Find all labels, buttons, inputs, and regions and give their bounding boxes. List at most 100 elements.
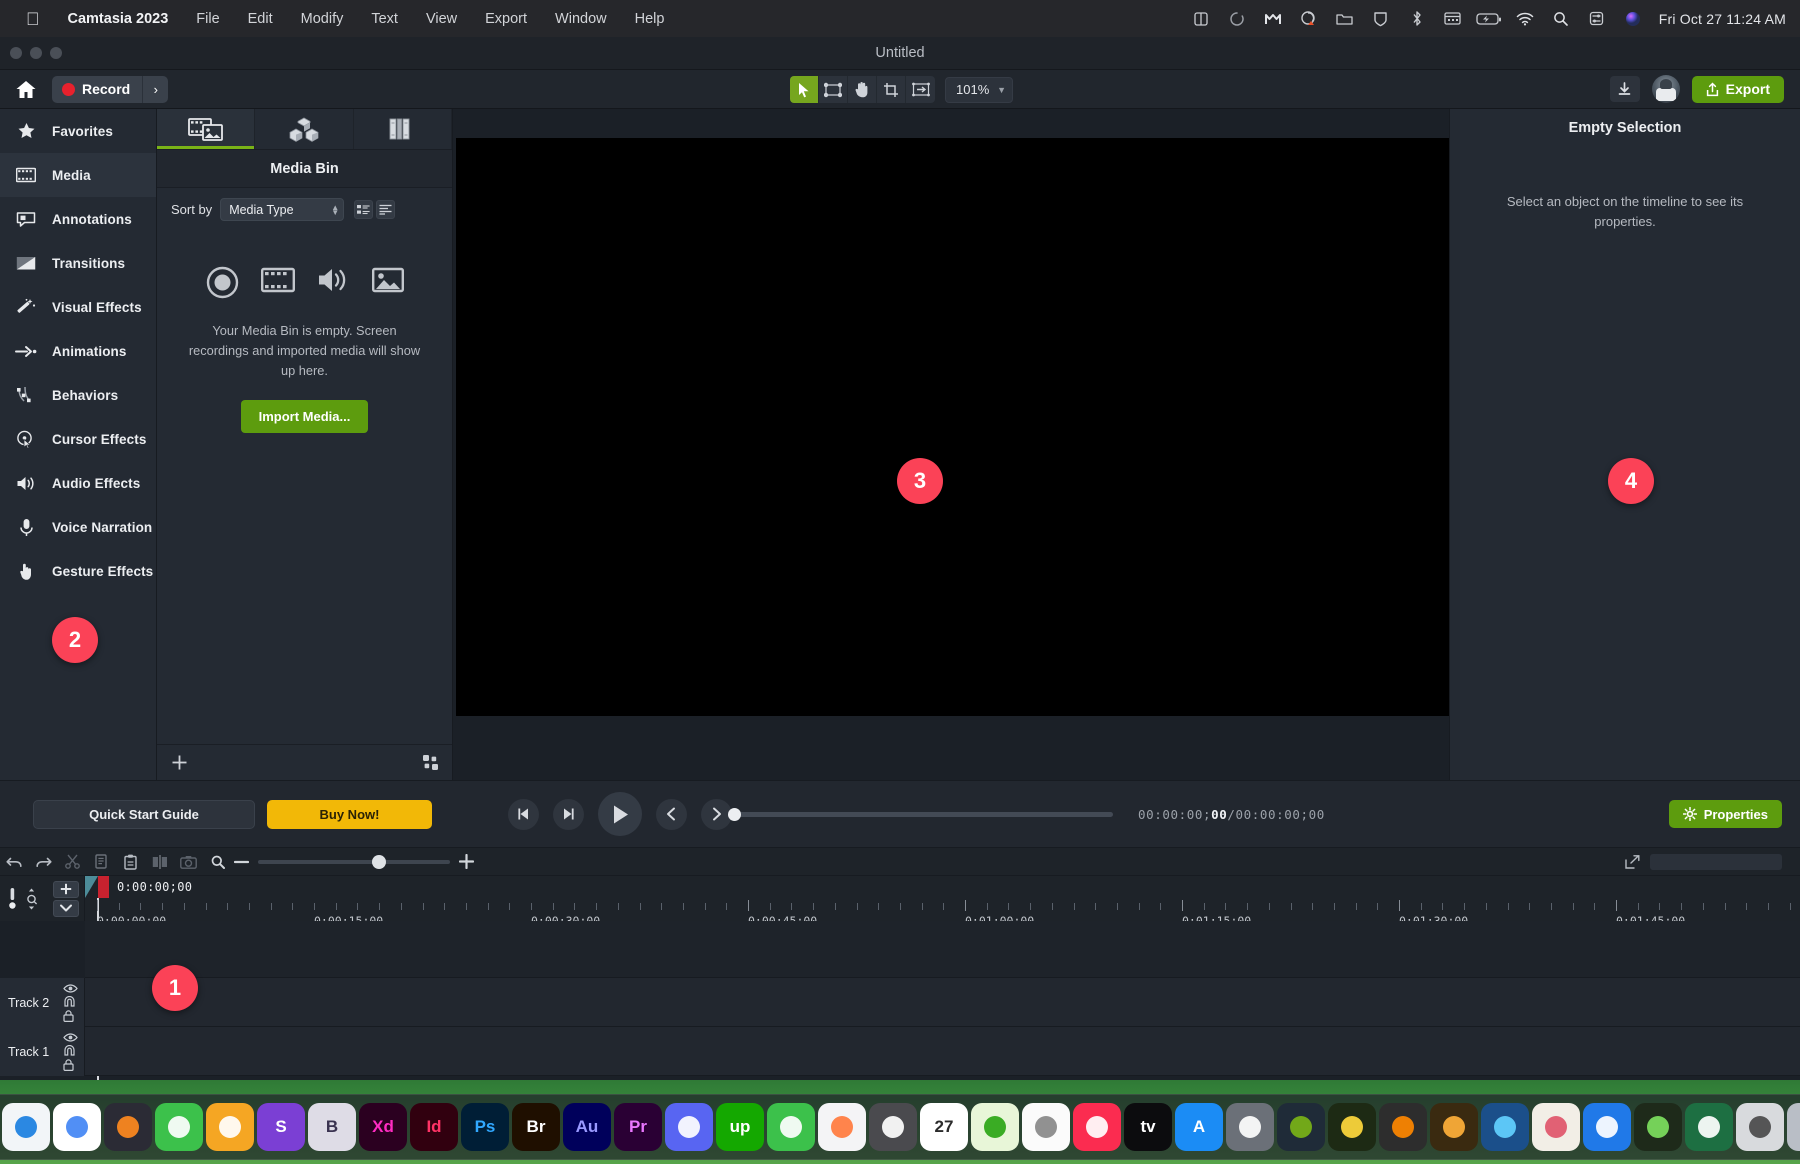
dock-item-app-store[interactable]: A	[1175, 1103, 1223, 1151]
copy-button[interactable]	[87, 850, 116, 874]
lock-icon[interactable]	[63, 1010, 78, 1022]
magnet-icon[interactable]	[63, 1045, 78, 1056]
menu-bar-clock[interactable]: Fri Oct 27 11:24 AM	[1651, 11, 1786, 27]
export-button[interactable]: Export	[1692, 76, 1784, 103]
fit-to-screen-tool[interactable]	[906, 76, 935, 103]
battery-icon[interactable]	[1471, 7, 1507, 31]
dock-item-excel[interactable]	[1685, 1103, 1733, 1151]
menu-item-edit[interactable]: Edit	[234, 11, 287, 27]
spinner-icon[interactable]	[1219, 7, 1255, 31]
dock-item-music[interactable]	[1073, 1103, 1121, 1151]
magnet-icon[interactable]	[63, 996, 78, 1007]
add-track-button[interactable]	[53, 881, 79, 898]
download-icon[interactable]	[1610, 76, 1640, 102]
zoom-slider-track[interactable]	[258, 860, 450, 864]
dock-item-skype[interactable]: S	[257, 1103, 305, 1151]
menu-item-text[interactable]: Text	[357, 11, 412, 27]
dock-item-facetime[interactable]	[155, 1103, 203, 1151]
next-frame-button[interactable]	[553, 799, 584, 830]
zoom-in-button[interactable]	[459, 854, 474, 869]
edit-points-tool[interactable]	[819, 76, 848, 103]
vpn-shield-icon[interactable]	[1363, 7, 1399, 31]
import-media-button[interactable]: Import Media...	[241, 400, 369, 433]
library-tab[interactable]	[255, 109, 353, 149]
plus-icon[interactable]	[171, 754, 188, 771]
minimize-window-button[interactable]	[30, 47, 42, 59]
notification-bell-icon[interactable]	[1291, 7, 1327, 31]
sidebar-item-audio-effects[interactable]: Audio Effects	[0, 461, 156, 505]
video-canvas[interactable]	[456, 138, 1469, 716]
snapshot-button[interactable]	[174, 850, 203, 874]
zoom-slider-knob[interactable]	[372, 855, 386, 869]
user-avatar[interactable]	[1652, 75, 1680, 103]
record-options-chevron-icon[interactable]: ›	[142, 76, 168, 103]
dock-item-vlc[interactable]	[1379, 1103, 1427, 1151]
close-window-button[interactable]	[10, 47, 22, 59]
hand-tool[interactable]	[848, 76, 877, 103]
buy-now-button[interactable]: Buy Now!	[267, 800, 432, 829]
menu-item-view[interactable]: View	[412, 11, 471, 27]
timeline-ruler[interactable]: 0:00:00;00 0:00:00;000:00:15;000:00:30;0…	[85, 876, 1800, 921]
sidebar-item-behaviors[interactable]: Behaviors	[0, 373, 156, 417]
zoom-level-select[interactable]: 101% ▼	[945, 77, 1013, 103]
menu-item-help[interactable]: Help	[621, 11, 679, 27]
menu-item-export[interactable]: Export	[471, 11, 541, 27]
scrubber-track[interactable]	[730, 812, 1113, 817]
dock-item-calendar[interactable]: 27	[920, 1103, 968, 1151]
dock-item-camtasia[interactable]	[1277, 1103, 1325, 1151]
bluetooth-icon[interactable]	[1399, 7, 1435, 31]
mega-icon[interactable]	[1255, 7, 1291, 31]
play-button[interactable]	[598, 792, 642, 836]
dock-item-safari[interactable]	[2, 1103, 50, 1151]
menu-item-modify[interactable]: Modify	[287, 11, 358, 27]
menu-item-window[interactable]: Window	[541, 11, 621, 27]
magnifier-icon[interactable]	[211, 855, 225, 869]
split-view-icon[interactable]	[1183, 7, 1219, 31]
dock-item-discord[interactable]	[665, 1103, 713, 1151]
quick-start-guide-button[interactable]: Quick Start Guide	[33, 800, 255, 829]
dock-item-screenshot[interactable]	[1736, 1103, 1784, 1151]
maximize-window-button[interactable]	[50, 47, 62, 59]
playhead-in-marker[interactable]	[85, 876, 98, 898]
track-header-2[interactable]: Track 2	[0, 978, 85, 1027]
apple-icon[interactable]: 	[14, 10, 54, 28]
detach-icon[interactable]	[1625, 855, 1640, 869]
dock-item-messages[interactable]	[767, 1103, 815, 1151]
wifi-icon[interactable]	[1507, 7, 1543, 31]
previous-frame-button[interactable]	[508, 799, 539, 830]
grid-view-icon[interactable]	[423, 755, 438, 770]
dock-item-audition[interactable]: Au	[563, 1103, 611, 1151]
record-button[interactable]: Record ›	[52, 76, 168, 103]
sidebar-item-gesture-effects[interactable]: Gesture Effects	[0, 549, 156, 593]
track-lane-1[interactable]	[85, 1027, 1800, 1076]
sidebar-item-cursor-effects[interactable]: Cursor Effects	[0, 417, 156, 461]
dock-item-premiere[interactable]: Pr	[614, 1103, 662, 1151]
lock-icon[interactable]	[63, 1059, 78, 1071]
dock-item-adobe-xd[interactable]: Xd	[359, 1103, 407, 1151]
menu-app-name[interactable]: Camtasia 2023	[54, 11, 183, 27]
dock-item-documents[interactable]	[1787, 1103, 1800, 1151]
sidebar-item-animations[interactable]: Animations	[0, 329, 156, 373]
eye-icon[interactable]	[63, 984, 78, 993]
sidebar-item-media[interactable]: Media	[0, 153, 156, 197]
folder-icon[interactable]	[1327, 7, 1363, 31]
cut-button[interactable]	[58, 850, 87, 874]
dock-item-notes[interactable]	[206, 1103, 254, 1151]
list-view-icon[interactable]	[354, 200, 373, 219]
dock-item-photoshop[interactable]: Ps	[461, 1103, 509, 1151]
zoom-out-button[interactable]	[234, 860, 249, 864]
properties-button[interactable]: Properties	[1669, 800, 1782, 828]
dock-item-firefox[interactable]	[104, 1103, 152, 1151]
selection-tool[interactable]	[790, 76, 819, 103]
dock-item-reminders[interactable]	[1022, 1103, 1070, 1151]
timecode-display[interactable]: 00:00:00;00/00:00:00;00	[1138, 807, 1325, 822]
dock-item-photos[interactable]	[818, 1103, 866, 1151]
timeline-search-input[interactable]	[1650, 854, 1782, 870]
playhead-out-marker[interactable]	[98, 876, 109, 898]
calendar-icon[interactable]	[1435, 7, 1471, 31]
dock-item-paint[interactable]	[1532, 1103, 1580, 1151]
sidebar-item-annotations[interactable]: Annotations	[0, 197, 156, 241]
playhead-flag[interactable]: 0:00:00;00	[85, 876, 192, 898]
home-icon[interactable]	[0, 79, 52, 100]
dock-item-upwork[interactable]: up	[716, 1103, 764, 1151]
